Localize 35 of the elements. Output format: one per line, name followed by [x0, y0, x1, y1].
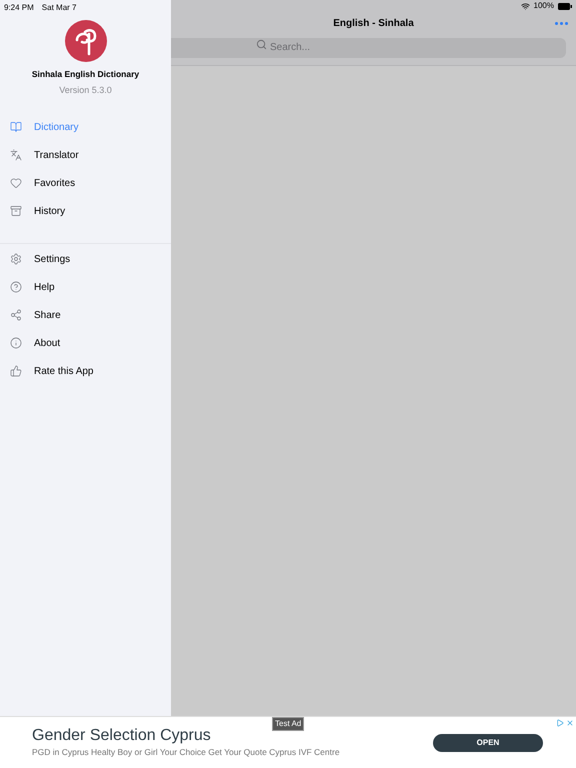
ad-headline: Gender Selection Cyprus: [32, 726, 212, 746]
nav-title: English - Sinhala: [333, 16, 414, 30]
info-icon: [10, 337, 22, 350]
translate-icon: [10, 149, 22, 162]
ad-text: PGD in Cyprus Healty Boy or Girl Your Choice Get Your Quote Cyprus IVF Centre: [32, 746, 341, 759]
book-icon: [10, 121, 22, 134]
test-ad-badge: Test Ad: [272, 717, 304, 731]
heart-icon: [10, 177, 22, 190]
more-button[interactable]: [555, 22, 568, 24]
status-time: 9:24 PM: [4, 2, 34, 14]
menu-item[interactable]: History: [0, 197, 171, 226]
ad-choices-icon[interactable]: [556, 719, 564, 727]
settings-icon: [10, 253, 22, 266]
battery-percent: 100%: [534, 0, 554, 12]
menu-item[interactable]: Share: [0, 301, 171, 330]
menu-item[interactable]: Favorites: [0, 169, 171, 198]
share-icon: [10, 309, 22, 322]
app-name: Sinhala English Dictionary: [32, 68, 140, 81]
menu-item[interactable]: Rate this App: [0, 357, 171, 386]
wifi-icon: [520, 2, 530, 10]
menu-item[interactable]: Settings: [0, 245, 171, 274]
close-icon[interactable]: [566, 719, 574, 727]
search-field[interactable]: Search...: [171, 38, 566, 58]
app-logo-icon: [64, 20, 106, 62]
menu-item[interactable]: Translator: [0, 141, 171, 170]
menu-item[interactable]: About: [0, 329, 171, 358]
open-button[interactable]: OPEN: [433, 734, 543, 752]
help-icon: [10, 281, 22, 294]
archive-icon: [10, 205, 22, 218]
menu-item[interactable]: Help: [0, 273, 171, 302]
status-date: Sat Mar 7: [42, 2, 76, 14]
search-icon: [256, 39, 267, 50]
app-version: Version 5.3.0: [59, 84, 112, 97]
battery-icon: [558, 2, 572, 10]
thumbs-up-icon: [10, 365, 22, 378]
